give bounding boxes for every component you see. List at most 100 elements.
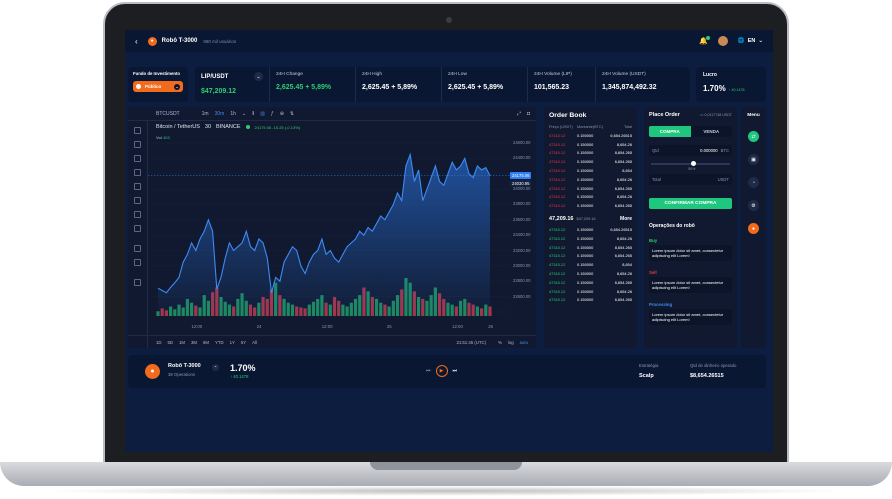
app-screen: ‹ ● Robô T-3000 980 mil usuários 🔔 🌐 EN … (125, 30, 773, 452)
bid-row[interactable]: 47315.12 0.150000 6,654.265 (549, 252, 632, 261)
tab-buy[interactable]: COMPRA (649, 126, 691, 137)
pattern-icon[interactable] (134, 197, 141, 204)
ask-row[interactable]: 47315.12 0.150000 6,654.265 (549, 184, 632, 193)
x-tick-label: 12:00 (321, 324, 333, 329)
stat-24h-volume-usdt: 24H Volume (USDT) 1,345,874,492.32 (602, 72, 657, 91)
header-actions: 🔔 🌐 EN ⌄ (699, 36, 763, 46)
ask-row[interactable]: 47315.12 0.150000 8,654.26 (549, 140, 632, 149)
ask-row[interactable]: 47315.12 0.150000 8,654.265 (549, 149, 632, 158)
row-total: 6,654.265 (614, 297, 632, 303)
row-amount: 0.150000 (577, 176, 594, 182)
confirm-buy-button[interactable]: CONFIRMAR COMPRA (649, 198, 732, 209)
tab-sell[interactable]: VENDA (690, 126, 732, 137)
avatar[interactable] (717, 36, 728, 46)
range-1m[interactable]: 1M (179, 340, 185, 345)
bid-row[interactable]: 47315.12 0.150000 6,654.26515 (549, 225, 632, 234)
bid-row[interactable]: 47315.12 0.150000 8,654.26 (549, 269, 632, 278)
brush-icon[interactable] (134, 169, 141, 176)
slider-knob[interactable] (690, 161, 696, 166)
x-tick-label: 24 (256, 324, 262, 329)
line-chart-icon[interactable]: ▥ (260, 111, 265, 117)
row-amount: 0.150000 (577, 141, 594, 147)
next-icon[interactable]: ⏭ (453, 368, 458, 374)
total-field[interactable]: Total USDT (649, 174, 732, 185)
interval-1h[interactable]: 1h (230, 111, 236, 117)
log-toggle[interactable]: log (508, 340, 514, 345)
percent-toggle[interactable]: % (498, 340, 502, 345)
settings-icon[interactable]: ⚙ (748, 200, 759, 211)
bid-row[interactable]: 47315.12 0.150000 8,654 (549, 260, 632, 269)
play-button[interactable]: ▶ (435, 365, 448, 377)
y-tick-label: 23800.00 (513, 201, 531, 207)
zoom-icon[interactable] (134, 259, 141, 266)
measure-icon[interactable] (134, 211, 141, 218)
candles-icon[interactable]: ⫴ (252, 111, 254, 117)
bid-row[interactable]: 47315.12 0.150000 6,654.265 (549, 278, 632, 287)
swap-icon[interactable]: ⇄ (748, 131, 759, 142)
range-1d[interactable]: 1D (156, 340, 162, 345)
chevron-left-icon[interactable]: ‹ (135, 37, 138, 46)
profit-label: Lucro (703, 72, 717, 78)
interval-chevron-icon[interactable]: ⌄ (242, 111, 246, 117)
ask-row[interactable]: 47315.12 0.150000 8,654.26 (549, 175, 632, 184)
ask-row[interactable]: 47315.12 0.150000 8,654.26 (549, 193, 632, 202)
bell-menu-icon[interactable]: ◔ (748, 177, 759, 188)
y-tick-label: 23600.00 (513, 216, 531, 222)
bell-icon[interactable]: 🔔 (699, 36, 710, 45)
robot-menu-icon[interactable]: ● (748, 223, 759, 234)
range-5y[interactable]: 5Y (241, 340, 246, 345)
text-icon[interactable] (134, 183, 141, 190)
indicators-icon[interactable]: ƒ (271, 111, 274, 117)
crosshair-icon[interactable] (134, 127, 141, 134)
bid-row[interactable]: 47315.12 0.150000 8,654.26 (549, 287, 632, 296)
qty-operated-value: $8,654.26515 (690, 373, 724, 379)
row-amount: 0.150000 (577, 271, 594, 277)
price-chart[interactable] (148, 121, 510, 321)
chevron-down-icon[interactable]: ⌄ (254, 72, 263, 81)
range-1y[interactable]: 1Y (230, 340, 235, 345)
row-total: 8,654.26 (616, 176, 632, 182)
range-all[interactable]: All (252, 340, 257, 345)
stat-24h-low: 24H Low 2,625.45 + 5,89% (442, 67, 528, 102)
fullscreen-icon[interactable]: ⤢ (517, 111, 521, 117)
fib-icon[interactable] (134, 155, 141, 162)
range-ytd[interactable]: YTD (215, 340, 224, 345)
ask-row[interactable]: 47315.12 0.150000 6,654.265 (549, 157, 632, 166)
bid-row[interactable]: 47315.12 0.150000 6,654.265 (549, 296, 632, 305)
pair-stat[interactable]: LIP/USDT ⌄ $47,209.12 (195, 67, 270, 102)
ask-row[interactable]: 47315.12 0.150000 8,654 (549, 166, 632, 175)
quantity-slider[interactable]: 50% (651, 161, 730, 171)
range-5d[interactable]: 5D (168, 340, 174, 345)
trendline-icon[interactable] (134, 141, 141, 148)
smile-icon[interactable] (134, 225, 141, 232)
quantity-field[interactable]: Qtd 0.000000 BTC (649, 145, 732, 156)
symbol-label[interactable]: BTCUSDT (156, 111, 180, 117)
compare-icon[interactable]: ⇅ (290, 111, 294, 117)
camera-snapshot-icon[interactable]: ◘ (527, 111, 530, 117)
y-tick-label: 22600.00 (513, 293, 531, 299)
range-3m[interactable]: 3M (191, 340, 197, 345)
magnet-icon[interactable] (134, 279, 141, 286)
op-text-sell: Lorem ipsum dolor sit amet, consectetur … (649, 277, 732, 293)
drawing-tools (128, 121, 148, 348)
bid-row[interactable]: 47315.12 0.150000 8,654.265 (549, 243, 632, 252)
row-total: 8,654.26 (616, 271, 632, 277)
previous-icon[interactable]: ⏮ (426, 368, 431, 374)
interval-30m[interactable]: 30m (215, 111, 225, 117)
ask-row[interactable]: 47315.12 0.150000 6,654.26515 (549, 131, 632, 140)
ask-row[interactable]: 47315.12 0.150000 6,654.265 (549, 201, 632, 210)
range-6m[interactable]: 6M (203, 340, 209, 345)
wallet-icon[interactable]: ▣ (748, 154, 759, 165)
add-icon[interactable]: ⊕ (280, 111, 284, 117)
auto-toggle[interactable]: auto (520, 340, 528, 345)
language-selector[interactable]: 🌐 EN ⌄ (738, 38, 763, 44)
fund-dropdown[interactable]: Público ⌄ (133, 81, 183, 92)
more-link[interactable]: More (620, 216, 632, 222)
qty-operated-label: Qtd de dinheiro operado (690, 363, 737, 368)
interval-1m[interactable]: 1m (202, 111, 209, 117)
bid-row[interactable]: 47315.12 0.150000 8,654.26 (549, 234, 632, 243)
chevron-up-icon[interactable]: ⌃ (212, 364, 219, 371)
ruler-icon[interactable] (134, 245, 141, 252)
row-amount: 0.150000 (577, 253, 594, 259)
top-header: ‹ ● Robô T-3000 980 mil usuários 🔔 🌐 EN … (125, 30, 773, 52)
